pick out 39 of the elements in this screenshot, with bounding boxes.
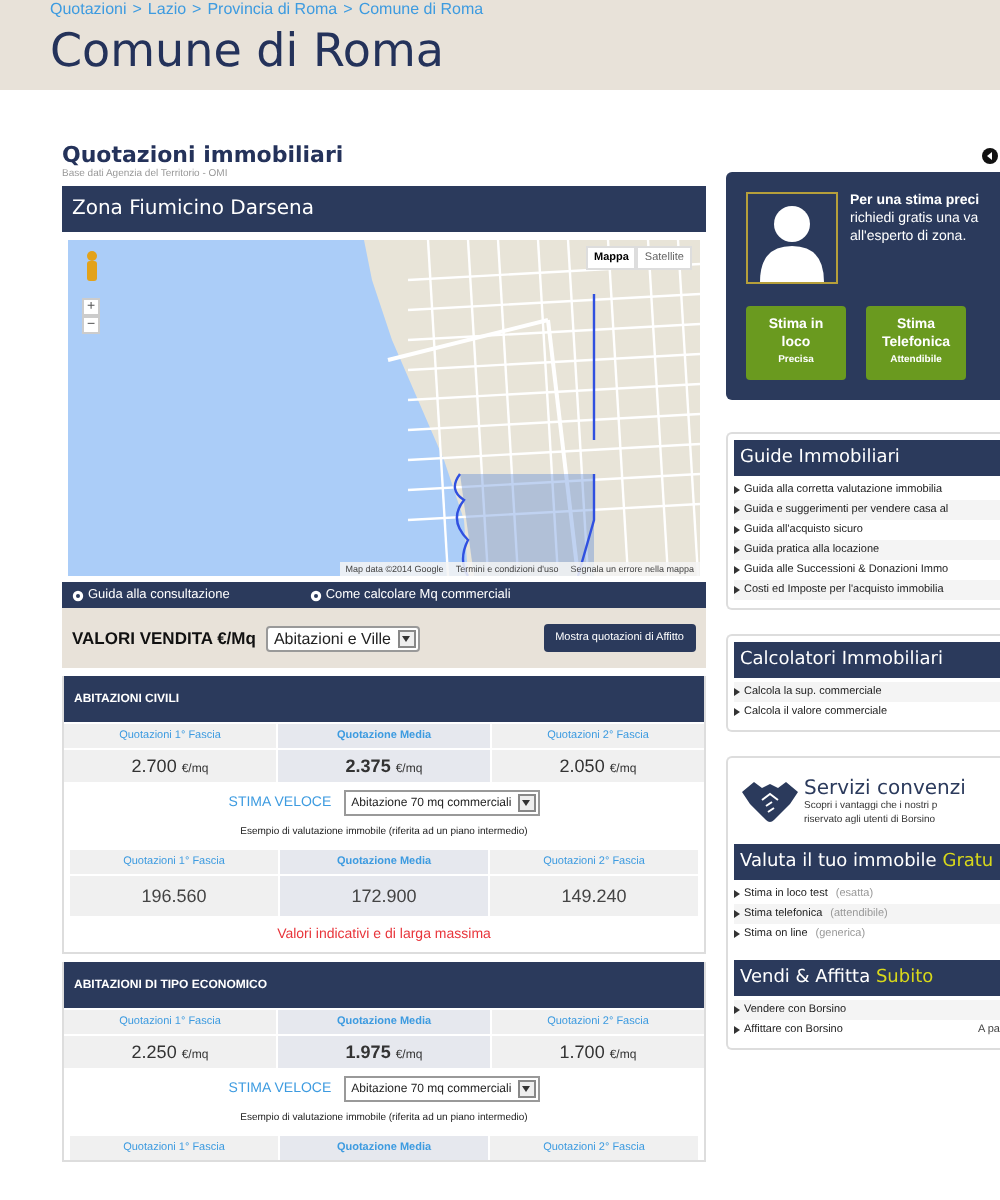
bullet-icon (734, 526, 740, 534)
person-silhouette-icon (746, 192, 838, 284)
services-title: Servizi convenzi (804, 777, 966, 799)
card-title: Calcolatori Immobiliari (734, 642, 1000, 678)
card-title: Vendi & Affitta Subito (734, 960, 1000, 996)
arrow-icon[interactable] (982, 147, 998, 163)
estimate-cell: 149.240 (490, 876, 698, 916)
card-title: Guide Immobiliari (734, 440, 1000, 476)
breadcrumb-separator: > (132, 0, 142, 18)
zone-title: Zona Fiumicino Darsena (62, 186, 706, 232)
property-type-select[interactable]: Abitazioni e Ville (265, 625, 419, 651)
bullet-icon (309, 589, 322, 601)
dropdown-caret-icon (397, 629, 415, 647)
pegman-icon[interactable] (84, 250, 100, 282)
page-title: Comune di Roma (50, 26, 446, 78)
section-title: Quotazioni immobiliari (62, 142, 344, 168)
bullet-icon (734, 586, 740, 594)
values-label: VALORI VENDITA €/Mq (72, 628, 256, 648)
bullet-icon (734, 688, 740, 696)
estimate-cell: 196.560 (70, 876, 278, 916)
bullet-icon (72, 589, 84, 601)
bullet-icon (734, 486, 740, 494)
handshake-icon (742, 776, 798, 828)
bullet-icon (734, 1026, 740, 1034)
card-title: Valuta il tuo immobile Gratu (734, 844, 1000, 880)
dropdown-caret-icon (517, 794, 536, 812)
bullet-icon (734, 546, 740, 554)
bullet-icon (734, 708, 740, 716)
bullet-icon (734, 930, 740, 938)
breadcrumb-separator: > (192, 0, 202, 18)
estimate-cell: 172.900 (280, 876, 488, 916)
bullet-icon (734, 566, 740, 574)
breadcrumb-separator: > (343, 0, 353, 18)
dropdown-caret-icon (517, 1080, 536, 1098)
bullet-icon (734, 1006, 740, 1014)
map-drawing[interactable] (68, 240, 700, 576)
bullet-icon (734, 910, 740, 918)
bullet-icon (734, 890, 740, 898)
bullet-icon (734, 506, 740, 514)
